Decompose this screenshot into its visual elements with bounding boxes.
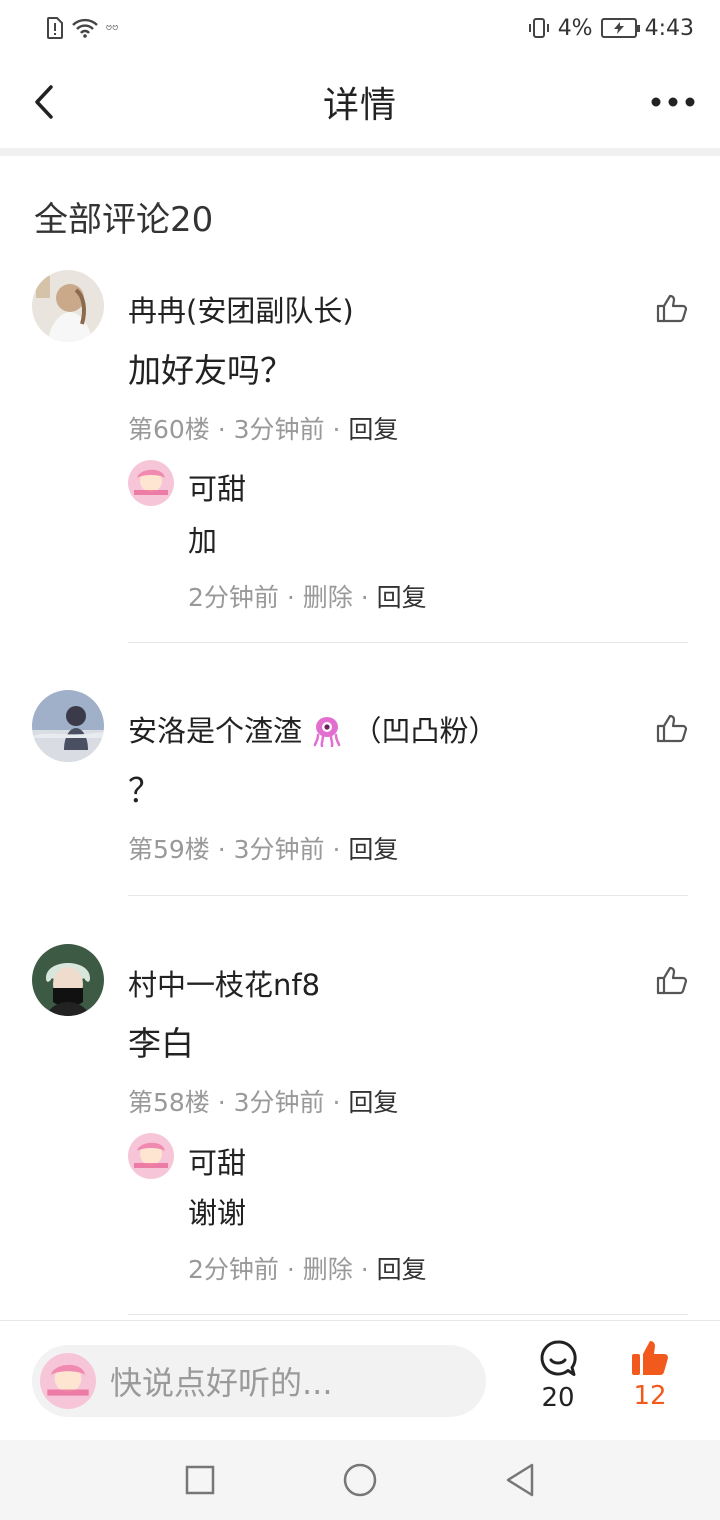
reply-author[interactable]: 可甜 [188,466,246,508]
avatar[interactable] [32,270,104,342]
app-header: 详情 [0,56,720,148]
delete-link[interactable]: 删除 [303,583,353,612]
avatar[interactable] [32,944,104,1016]
circle-icon [343,1463,377,1497]
home-button[interactable] [340,1460,380,1500]
thumbs-up-icon [656,966,688,995]
delete-link[interactable]: 删除 [303,1255,353,1284]
like-count: 12 [633,1381,667,1411]
chevron-left-icon [35,85,53,119]
reply-text: 加 [188,524,218,558]
comment-author[interactable]: 村中一枝花nf8 [128,962,320,1004]
status-tiny-text: ဗဗ [106,20,119,33]
thumbs-up-icon [656,294,688,323]
status-time: 4:43 [644,15,694,41]
more-button[interactable] [650,84,696,120]
reply-text: 谢谢 [188,1196,247,1230]
comment-floor: 第58楼 [128,1088,210,1117]
reply-link[interactable]: 回复 [377,583,427,612]
comment-text: 李白 [128,1024,194,1063]
recent-apps-button[interactable] [180,1460,220,1500]
input-placeholder: 快说点好听的... [110,1364,333,1402]
comment-text: ？ [128,771,161,810]
comment-count: 20 [541,1383,575,1413]
thumbs-up-filled-icon [632,1341,668,1375]
comment-meta: 第58楼 · 3分钟前 · 回复 [128,1088,399,1117]
reply-link[interactable]: 回复 [348,835,398,864]
like-button[interactable] [654,962,690,998]
reply-meta: 2分钟前 · 删除 · 回复 [188,583,427,612]
reply-link[interactable]: 回复 [377,1255,427,1284]
back-nav-button[interactable] [500,1460,540,1500]
battery-percent: 4% [557,15,593,41]
sim-alert-icon [47,17,63,39]
vibrate-icon [528,18,549,38]
thumbs-up-icon [656,714,688,743]
comment-floor: 第59楼 [128,835,210,864]
comment-author[interactable]: 冉冉(安团副队长) [128,288,354,330]
wifi-icon [72,18,98,38]
more-dots-icon [651,97,695,107]
like-button[interactable] [654,710,690,746]
comment-floor: 第60楼 [128,415,210,444]
my-avatar [40,1353,96,1409]
comment-bubble-icon [540,1340,577,1376]
reply-author[interactable]: 可甜 [188,1140,246,1182]
comment-divider [128,642,688,643]
reply-time: 2分钟前 [188,583,279,612]
reply-avatar[interactable] [128,460,174,506]
octopus-emoji-icon [313,717,341,748]
square-icon [185,1465,215,1495]
back-button[interactable] [24,78,64,126]
avatar[interactable] [32,690,104,762]
reply-link[interactable]: 回复 [348,415,398,444]
triangle-back-icon [506,1463,534,1497]
status-right: 4% 4:43 [528,16,694,41]
status-bar: ဗဗ 4% 4:43 [0,0,720,56]
comment-meta: 第59楼 · 3分钟前 · 回复 [128,835,399,864]
bottom-bar: 快说点好听的... 20 12 [0,1320,720,1440]
reply-meta: 2分钟前 · 删除 · 回复 [188,1255,427,1284]
reply-avatar[interactable] [128,1133,174,1179]
page-title: 详情 [322,85,397,126]
status-left: ဗဗ [46,17,119,39]
comment-time: 3分钟前 [233,1088,325,1117]
comment-meta: 第60楼 · 3分钟前 · 回复 [128,415,399,444]
like-count-button[interactable]: 12 [620,1339,680,1429]
battery-icon [600,18,640,38]
header-divider [0,148,720,156]
comment-time: 3分钟前 [233,415,325,444]
comment-input[interactable]: 快说点好听的... [32,1345,486,1417]
system-nav-bar [0,1440,720,1520]
comment-divider [128,1314,688,1315]
comments-section-title: 全部评论20 [34,200,214,240]
comment-author[interactable]: 安洛是个渣渣 （凹凸粉） [128,708,497,750]
reply-time: 2分钟前 [188,1255,279,1284]
like-button[interactable] [654,290,690,326]
comment-divider [128,895,688,896]
comment-count-button[interactable]: 20 [530,1339,586,1429]
comment-time: 3分钟前 [233,835,325,864]
comment-text: 加好友吗？ [128,351,293,390]
reply-link[interactable]: 回复 [348,1088,398,1117]
